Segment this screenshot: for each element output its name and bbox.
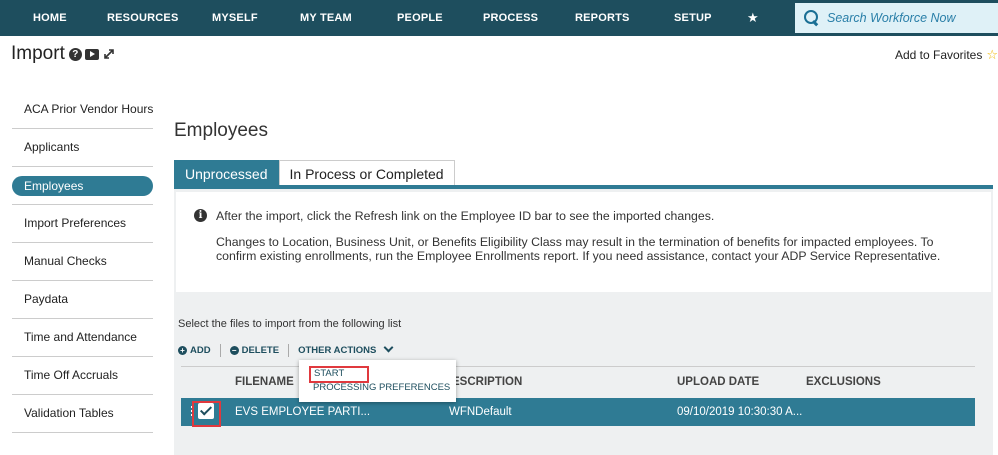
search-icon[interactable] [803, 9, 821, 27]
other-actions-label: OTHER ACTIONS [298, 344, 377, 356]
nav-people[interactable]: PEOPLE [397, 0, 443, 36]
cell-description: WFNDefault [449, 406, 512, 418]
nav-setup[interactable]: SETUP [674, 0, 712, 36]
favorite-star-icon[interactable]: ☆ [986, 47, 998, 63]
page-title: Import ? [11, 43, 116, 65]
search-box[interactable] [795, 3, 998, 33]
info-refresh-text: After the import, click the Refresh link… [216, 209, 715, 223]
sidebar: ACA Prior Vendor Hours Applicants Employ… [12, 91, 153, 433]
tab-unprocessed[interactable]: Unprocessed [174, 160, 279, 186]
nav-myself[interactable]: MYSELF [212, 0, 258, 36]
info-icon: i [194, 209, 207, 222]
help-icon[interactable]: ? [68, 47, 82, 61]
nav-resources[interactable]: RESOURCES [107, 0, 178, 36]
tab-in-process-or-completed[interactable]: In Process or Completed [278, 160, 455, 186]
search-input[interactable] [827, 11, 987, 25]
page-title-text: Import [11, 43, 65, 64]
nav-my-team[interactable]: MY TEAM [300, 0, 352, 36]
column-description[interactable]: ESCRIPTION [452, 376, 522, 388]
top-navigation: HOME RESOURCES MYSELF MY TEAM PEOPLE PRO… [0, 0, 998, 36]
action-bar: + ADD − DELETE OTHER ACTIONS [178, 343, 392, 357]
video-icon[interactable] [84, 48, 99, 60]
checkbox-highlight [192, 401, 221, 427]
sidebar-item-employees[interactable]: Employees [12, 176, 153, 205]
sidebar-item-validation-tables[interactable]: Validation Tables [12, 395, 153, 433]
nav-reports[interactable]: REPORTS [575, 0, 630, 36]
separator [288, 343, 290, 357]
menu-item-processing-preferences[interactable]: PROCESSING PREFERENCES [313, 382, 450, 393]
info-message: i After the import, click the Refresh li… [176, 192, 991, 292]
other-actions-menu: START PROCESSING PREFERENCES [299, 360, 456, 402]
sidebar-item-manual-checks[interactable]: Manual Checks [12, 243, 153, 281]
other-actions-button[interactable]: OTHER ACTIONS [298, 345, 392, 356]
sidebar-item-applicants[interactable]: Applicants [12, 129, 153, 167]
select-files-text: Select the files to import from the foll… [178, 318, 402, 330]
section-title: Employees [174, 120, 268, 141]
column-exclusions[interactable]: EXCLUSIONS [806, 376, 881, 388]
add-to-favorites-label[interactable]: Add to Favorites [895, 48, 982, 62]
separator [219, 343, 221, 357]
add-icon: + [178, 345, 187, 355]
add-button[interactable]: + ADD [178, 345, 211, 356]
sidebar-item-aca-prior-vendor-hours[interactable]: ACA Prior Vendor Hours [12, 91, 153, 129]
delete-label: DELETE [241, 344, 280, 356]
tab-bar: Unprocessed In Process or Completed [174, 160, 455, 186]
column-filename[interactable]: FILENAME [235, 376, 294, 388]
add-to-favorites[interactable]: Add to Favorites ☆ [895, 47, 998, 63]
menu-item-start[interactable]: START [309, 366, 369, 383]
nav-home[interactable]: HOME [33, 0, 67, 36]
table-row[interactable]: EVS EMPLOYEE PARTI... WFNDefault 09/10/2… [181, 398, 975, 426]
sidebar-item-paydata[interactable]: Paydata [12, 281, 153, 319]
favorites-star-icon[interactable]: ★ [747, 0, 759, 36]
cell-upload-date: 09/10/2019 10:30:30 A... [677, 406, 803, 418]
nav-process[interactable]: PROCESS [483, 0, 538, 36]
sidebar-item-import-preferences[interactable]: Import Preferences [12, 205, 153, 243]
cell-filename: EVS EMPLOYEE PARTI... [235, 406, 371, 418]
column-upload-date[interactable]: UPLOAD DATE [677, 376, 759, 388]
delete-icon: − [229, 345, 239, 355]
chevron-down-icon [384, 344, 392, 352]
expand-icon[interactable] [102, 47, 116, 61]
sidebar-item-time-off-accruals[interactable]: Time Off Accruals [12, 357, 153, 395]
add-label: ADD [190, 344, 211, 356]
delete-button[interactable]: − DELETE [229, 344, 280, 356]
info-benefits-text: Changes to Location, Business Unit, or B… [216, 235, 941, 263]
sidebar-item-time-and-attendance[interactable]: Time and Attendance [12, 319, 153, 357]
